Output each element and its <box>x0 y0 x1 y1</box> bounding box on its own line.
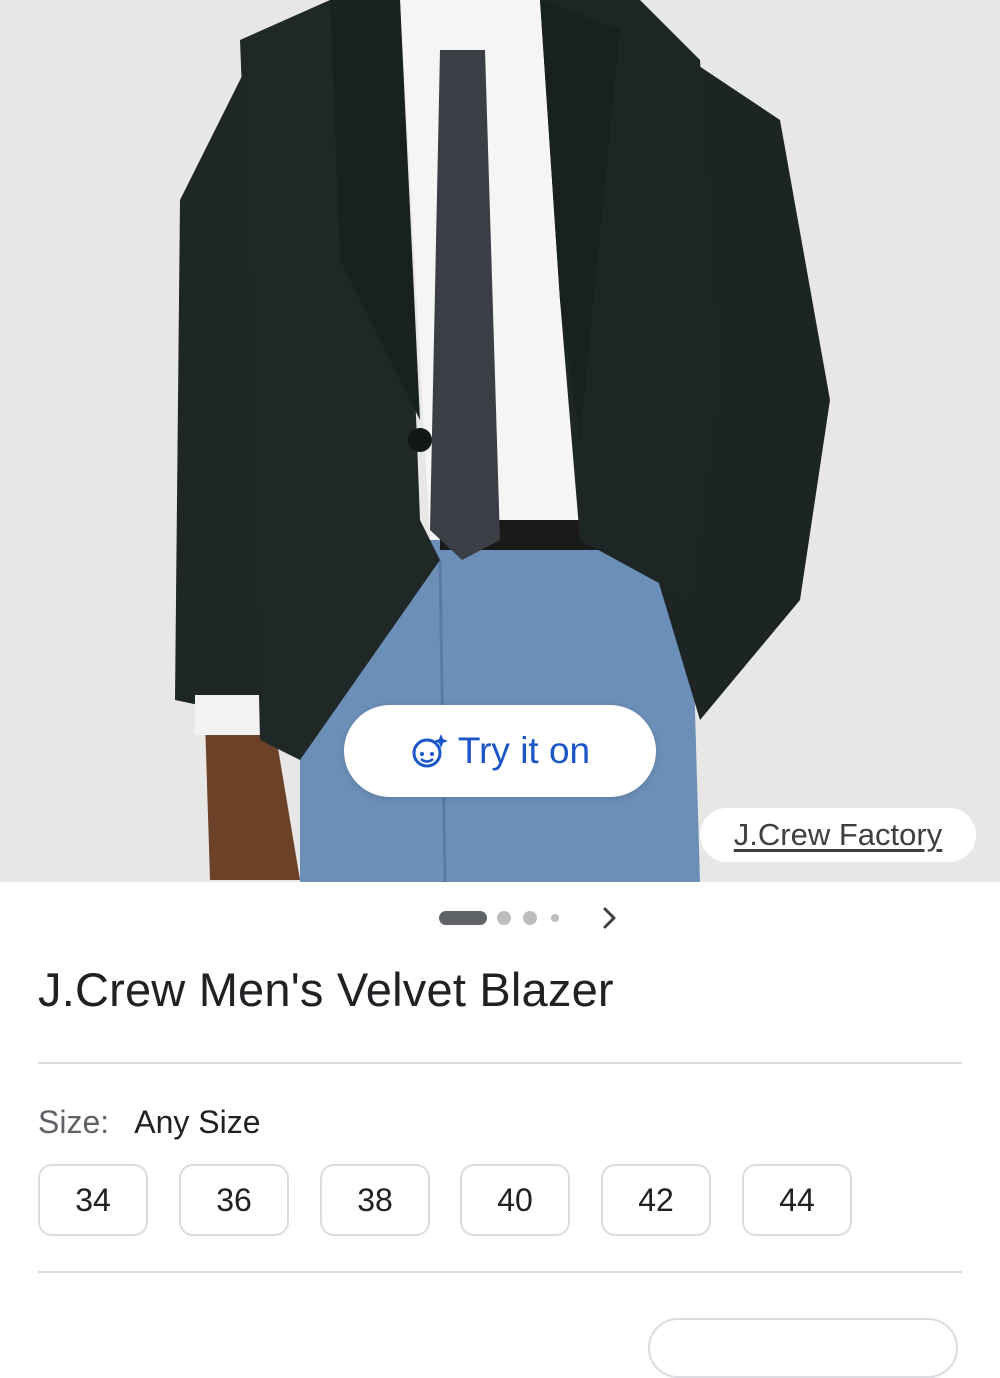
product-image[interactable]: Try it on J.Crew Factory <box>0 0 1000 882</box>
size-chip-44[interactable]: 44 <box>742 1164 852 1236</box>
try-on-sparkle-face-icon <box>410 732 448 770</box>
size-chip-36[interactable]: 36 <box>179 1164 289 1236</box>
size-selected-value: Any Size <box>134 1104 261 1140</box>
size-chip-38[interactable]: 38 <box>320 1164 430 1236</box>
carousel-dot[interactable] <box>497 911 511 925</box>
merchant-source-chip[interactable]: J.Crew Factory <box>700 808 976 862</box>
carousel-next-chevron-icon[interactable] <box>596 904 624 932</box>
try-it-on-label: Try it on <box>457 730 591 771</box>
divider <box>38 1062 962 1064</box>
carousel-indicator <box>0 900 1000 936</box>
try-it-on-button[interactable]: Try it on <box>344 705 656 797</box>
divider <box>38 1271 962 1273</box>
size-chip-40[interactable]: 40 <box>460 1164 570 1236</box>
carousel-dot[interactable] <box>523 911 537 925</box>
size-selector-header: Size: Any Size <box>38 1104 261 1141</box>
carousel-dot-active[interactable] <box>439 911 487 925</box>
carousel-dot[interactable] <box>551 914 559 922</box>
size-chip-42[interactable]: 42 <box>601 1164 711 1236</box>
size-chip-34[interactable]: 34 <box>38 1164 148 1236</box>
size-label: Size: <box>38 1104 110 1140</box>
product-title: J.Crew Men's Velvet Blazer <box>38 963 614 1016</box>
partial-pill-button[interactable] <box>648 1318 958 1378</box>
